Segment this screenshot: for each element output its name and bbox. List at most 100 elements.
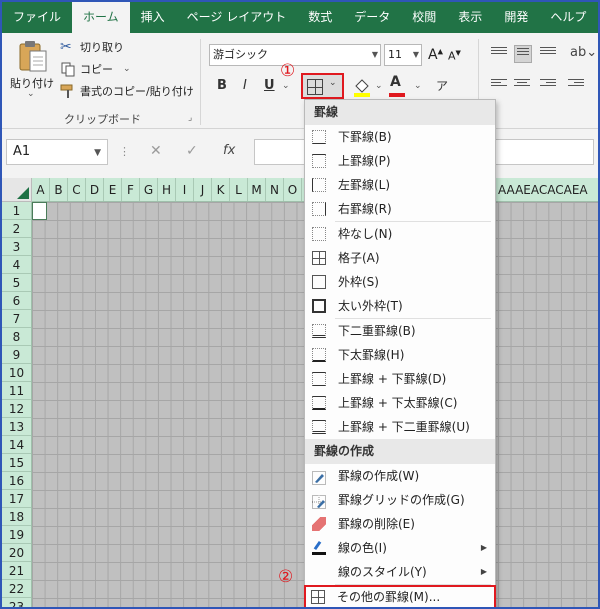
row-header[interactable]: 21 xyxy=(2,562,31,580)
column-header[interactable]: J xyxy=(194,178,212,201)
row-header[interactable]: 9 xyxy=(2,346,31,364)
row-header[interactable]: 2 xyxy=(2,220,31,238)
fill-color-icon[interactable] xyxy=(352,76,374,98)
bold-button[interactable]: B xyxy=(217,78,227,93)
column-header[interactable]: G xyxy=(140,178,158,201)
column-header[interactable]: F xyxy=(122,178,140,201)
column-header[interactable]: D xyxy=(86,178,104,201)
menu-item-draw-border[interactable]: 罫線の作成(W) xyxy=(305,464,495,488)
italic-button[interactable]: I xyxy=(243,78,247,93)
underline-button[interactable]: U xyxy=(264,78,275,93)
menu-item-erase-border[interactable]: 罫線の削除(E) xyxy=(305,512,495,536)
menu-item-bottom-double-border[interactable]: 下二重罫線(B) xyxy=(305,319,495,343)
row-header[interactable]: 8 xyxy=(2,328,31,346)
menu-item-top-and-thick-bottom-border[interactable]: 上罫線 + 下太罫線(C) xyxy=(305,391,495,415)
tab-data[interactable]: データ xyxy=(343,2,401,33)
menu-item-top-and-bottom-border[interactable]: 上罫線 + 下罫線(D) xyxy=(305,367,495,391)
column-header[interactable]: M xyxy=(248,178,266,201)
align-right-icon[interactable] xyxy=(540,79,556,91)
menu-item-more-borders[interactable]: その他の罫線(M)... xyxy=(304,585,496,607)
menu-item-right-border[interactable]: 右罫線(R) xyxy=(305,197,495,221)
row-header[interactable]: 13 xyxy=(2,418,31,436)
column-header[interactable]: H xyxy=(158,178,176,201)
row-header[interactable]: 20 xyxy=(2,544,31,562)
borders-button[interactable]: ⌄ xyxy=(301,73,344,99)
chevron-down-icon[interactable]: ⌄ xyxy=(375,81,383,91)
row-header[interactable]: 17 xyxy=(2,490,31,508)
select-all-button[interactable] xyxy=(2,178,32,202)
tab-review[interactable]: 校閲 xyxy=(401,2,447,33)
tab-developer[interactable]: 開発 xyxy=(493,2,539,33)
tab-formulas[interactable]: 数式 xyxy=(297,2,343,33)
column-header[interactable]: C xyxy=(68,178,86,201)
row-header[interactable]: 19 xyxy=(2,526,31,544)
font-size-select[interactable]: 11 ▼ xyxy=(384,44,422,66)
menu-item-thick-bottom-border[interactable]: 下太罫線(H) xyxy=(305,343,495,367)
row-header[interactable]: 6 xyxy=(2,292,31,310)
column-header[interactable]: K xyxy=(212,178,230,201)
menu-item-no-border[interactable]: 枠なし(N) xyxy=(305,222,495,246)
font-color-button[interactable]: A xyxy=(390,74,401,90)
row-header[interactable]: 14 xyxy=(2,436,31,454)
align-bottom-icon[interactable] xyxy=(540,47,556,59)
menu-item-outside-borders[interactable]: 外枠(S) xyxy=(305,270,495,294)
chevron-down-icon[interactable]: ⌄ xyxy=(414,81,422,91)
tab-help[interactable]: ヘルプ xyxy=(539,2,597,33)
row-header[interactable]: 4 xyxy=(2,256,31,274)
menu-item-all-borders[interactable]: 格子(A) xyxy=(305,246,495,270)
align-top-icon[interactable] xyxy=(491,47,507,59)
grow-font-button[interactable]: A▲ xyxy=(428,47,443,63)
cancel-icon[interactable]: ✕ xyxy=(150,143,162,159)
chevron-down-icon[interactable]: ⌄ xyxy=(27,89,35,99)
name-box[interactable]: A1 ▼ xyxy=(6,139,108,165)
row-header[interactable]: 15 xyxy=(2,454,31,472)
paste-icon[interactable] xyxy=(18,39,48,73)
row-header[interactable]: 5 xyxy=(2,274,31,292)
menu-item-thick-outside-borders[interactable]: 太い外枠(T) xyxy=(305,294,495,318)
column-header[interactable]: B xyxy=(50,178,68,201)
menu-item-bottom-border[interactable]: 下罫線(B) xyxy=(305,125,495,149)
row-header[interactable]: 18 xyxy=(2,508,31,526)
chevron-down-icon[interactable]: ▼ xyxy=(413,45,419,65)
row-header[interactable]: 22 xyxy=(2,580,31,598)
chevron-down-icon[interactable]: ⌄ xyxy=(123,64,131,74)
column-header[interactable]: N xyxy=(266,178,284,201)
row-header[interactable]: 16 xyxy=(2,472,31,490)
chevron-down-icon[interactable]: ▼ xyxy=(372,45,378,65)
chevron-down-icon[interactable]: ⌄ xyxy=(329,78,337,88)
align-center-icon[interactable] xyxy=(514,79,530,91)
splitter-handle[interactable]: ⋮ xyxy=(119,145,130,158)
dialog-launcher-icon[interactable]: ⌟ xyxy=(188,113,192,123)
row-header[interactable]: 1 xyxy=(2,202,31,220)
chevron-down-icon[interactable]: ▼ xyxy=(94,141,101,165)
column-header[interactable]: E xyxy=(104,178,122,201)
tab-page-layout[interactable]: ページ レイアウト xyxy=(176,2,298,33)
active-cell[interactable] xyxy=(32,202,47,220)
row-header[interactable]: 10 xyxy=(2,364,31,382)
align-left-icon[interactable] xyxy=(491,79,507,91)
shrink-font-button[interactable]: A▼ xyxy=(448,49,461,63)
menu-item-top-border[interactable]: 上罫線(P) xyxy=(305,149,495,173)
column-header[interactable]: L xyxy=(230,178,248,201)
cut-button[interactable]: ✂ 切り取り xyxy=(60,39,124,55)
column-header[interactable]: I xyxy=(176,178,194,201)
row-header[interactable]: 7 xyxy=(2,310,31,328)
worksheet-grid[interactable]: ABCDEFGHIJKLMNO AAAEACACAEA 1 2 3 4 5 6 7 8 9 10 1… xyxy=(2,178,598,607)
menu-item-left-border[interactable]: 左罫線(L) xyxy=(305,173,495,197)
insert-function-button[interactable]: fx xyxy=(223,143,235,158)
format-painter-button[interactable]: 書式のコピー/貼り付け xyxy=(60,83,194,99)
column-header[interactable]: A xyxy=(32,178,50,201)
enter-icon[interactable]: ✓ xyxy=(186,143,198,159)
menu-item-line-style[interactable]: 線のスタイル(Y) ▶ xyxy=(305,560,495,584)
row-header[interactable]: 12 xyxy=(2,400,31,418)
orientation-icon[interactable]: ab⌄ xyxy=(570,45,597,60)
menu-item-line-color[interactable]: 線の色(I) ▶ xyxy=(305,536,495,560)
row-header[interactable]: 11 xyxy=(2,382,31,400)
decrease-indent-icon[interactable] xyxy=(568,79,584,91)
tab-insert[interactable]: 挿入 xyxy=(130,2,176,33)
tab-view[interactable]: 表示 xyxy=(447,2,493,33)
tab-file[interactable]: ファイル xyxy=(2,2,72,33)
chevron-down-icon[interactable]: ⌄ xyxy=(282,81,290,91)
align-middle-icon[interactable] xyxy=(514,45,532,63)
copy-button[interactable]: コピー ⌄ xyxy=(60,61,131,77)
